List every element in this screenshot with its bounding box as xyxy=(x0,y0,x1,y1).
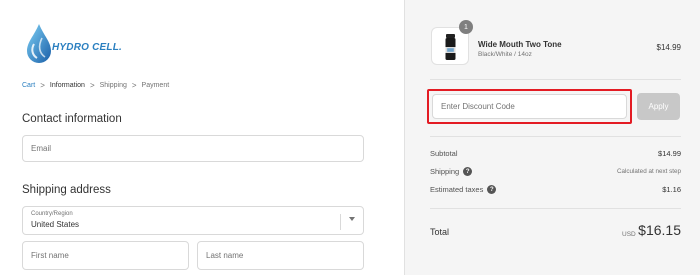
shipping-section-title: Shipping address xyxy=(22,184,111,196)
breadcrumb-payment: Payment xyxy=(141,82,170,89)
quantity-badge: 1 xyxy=(459,20,473,34)
help-icon[interactable]: ? xyxy=(487,185,497,194)
country-select-value: United States xyxy=(31,220,80,229)
help-icon[interactable]: ? xyxy=(463,167,473,176)
product-price: $14.99 xyxy=(656,43,681,52)
chevron-right-icon: > xyxy=(131,81,137,90)
discount-highlight xyxy=(427,89,632,124)
order-summary-panel: 1 Wide Mouth Two Tone Black/White / 14oz… xyxy=(404,0,700,275)
email-field[interactable] xyxy=(22,135,364,162)
shipping-value: Calculated at next step xyxy=(616,168,681,175)
breadcrumb: Cart > Information > Shipping > Payment xyxy=(22,81,169,90)
breadcrumb-cart[interactable]: Cart xyxy=(22,82,35,89)
last-name-field[interactable] xyxy=(197,241,364,270)
email-input[interactable] xyxy=(31,144,363,153)
subtotal-label: Subtotal xyxy=(430,149,458,158)
shipping-label-text: Shipping xyxy=(430,167,460,176)
water-drop-icon xyxy=(27,24,51,63)
total-value: $16.15 xyxy=(638,222,681,238)
breadcrumb-shipping: Shipping xyxy=(99,82,127,89)
first-name-field[interactable] xyxy=(22,241,189,270)
apply-discount-button[interactable]: Apply xyxy=(637,93,680,120)
bottle-icon xyxy=(445,34,456,60)
summary-divider xyxy=(430,79,681,80)
summary-divider xyxy=(430,208,681,209)
chevron-down-icon xyxy=(349,217,355,221)
taxes-label: Estimated taxes ? xyxy=(430,185,497,194)
chevron-right-icon: > xyxy=(89,81,95,90)
contact-section-title: Contact information xyxy=(22,113,122,125)
shipping-label: Shipping ? xyxy=(430,167,473,176)
brand-name: HYDRO CELL. xyxy=(52,42,122,53)
product-variant: Black/White / 14oz xyxy=(478,51,532,58)
checkout-form-panel: HYDRO CELL. Cart > Information > Shippin… xyxy=(0,0,404,275)
summary-divider xyxy=(430,136,681,137)
discount-code-field[interactable] xyxy=(432,94,627,119)
total-label: Total xyxy=(430,227,450,237)
taxes-value: $1.16 xyxy=(662,185,681,194)
product-name: Wide Mouth Two Tone xyxy=(478,40,562,49)
breadcrumb-information: Information xyxy=(49,82,85,89)
discount-code-input[interactable] xyxy=(441,102,626,111)
brand-logo[interactable]: HYDRO CELL. xyxy=(22,22,142,66)
taxes-label-text: Estimated taxes xyxy=(430,185,484,194)
subtotal-value: $14.99 xyxy=(658,149,681,158)
chevron-right-icon: > xyxy=(40,81,45,90)
last-name-input[interactable] xyxy=(206,251,363,260)
country-select[interactable]: Country/Region United States xyxy=(22,206,364,235)
select-divider xyxy=(340,214,341,230)
country-select-label: Country/Region xyxy=(31,211,73,217)
total-currency: USD xyxy=(622,231,636,238)
first-name-input[interactable] xyxy=(31,251,188,260)
subtotal-label-text: Subtotal xyxy=(430,149,458,158)
